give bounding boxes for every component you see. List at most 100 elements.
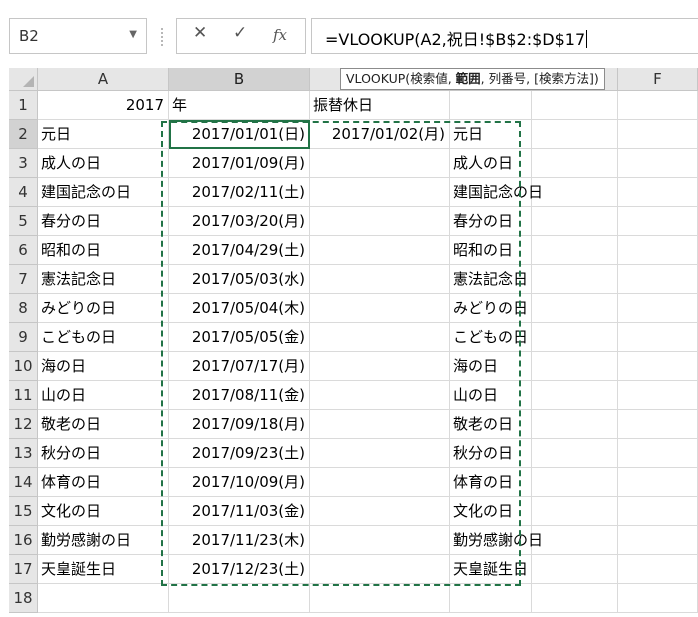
cell-f10[interactable] — [618, 352, 698, 381]
cell-c2[interactable]: 2017/01/02(月) — [310, 120, 450, 149]
cell-b16[interactable]: 2017/11/23(木) — [169, 526, 310, 555]
cell-e9[interactable] — [532, 323, 618, 352]
row-header-16[interactable]: 16 — [9, 526, 38, 555]
cell-c14[interactable] — [310, 468, 450, 497]
cell-c5[interactable] — [310, 207, 450, 236]
cell-f18[interactable] — [618, 584, 698, 613]
cell-f6[interactable] — [618, 236, 698, 265]
cell-d18[interactable] — [450, 584, 532, 613]
formula-input[interactable]: =VLOOKUP(A2,祝日!$B$2:$D$17 — [311, 18, 698, 54]
row-header-4[interactable]: 4 — [9, 178, 38, 207]
cell-b11[interactable]: 2017/08/11(金) — [169, 381, 310, 410]
row-header-18[interactable]: 18 — [9, 584, 38, 613]
cell-a6[interactable]: 昭和の日 — [38, 236, 169, 265]
cell-b17[interactable]: 2017/12/23(土) — [169, 555, 310, 584]
cell-a11[interactable]: 山の日 — [38, 381, 169, 410]
cell-c17[interactable] — [310, 555, 450, 584]
tooltip-arg-lookup-value[interactable]: 検索値 — [410, 71, 448, 86]
tooltip-arg-range[interactable]: 範囲 — [456, 71, 481, 86]
cell-a13[interactable]: 秋分の日 — [38, 439, 169, 468]
tooltip-arg-range-lookup[interactable]: [検索方法] — [534, 71, 594, 86]
cell-c6[interactable] — [310, 236, 450, 265]
select-all-button[interactable] — [9, 68, 38, 91]
cell-f13[interactable] — [618, 439, 698, 468]
cancel-icon[interactable]: ✕ — [193, 23, 207, 43]
cell-e12[interactable] — [532, 410, 618, 439]
cell-b8[interactable]: 2017/05/04(木) — [169, 294, 310, 323]
enter-icon[interactable]: ✓ — [233, 23, 247, 43]
cell-e7[interactable] — [532, 265, 618, 294]
cell-b13[interactable]: 2017/09/23(土) — [169, 439, 310, 468]
row-header-5[interactable]: 5 — [9, 207, 38, 236]
cell-f17[interactable] — [618, 555, 698, 584]
cell-d17[interactable]: 天皇誕生日 — [450, 555, 532, 584]
cell-b3[interactable]: 2017/01/09(月) — [169, 149, 310, 178]
cell-a7[interactable]: 憲法記念日 — [38, 265, 169, 294]
row-header-10[interactable]: 10 — [9, 352, 38, 381]
cell-f8[interactable] — [618, 294, 698, 323]
insert-function-icon[interactable]: fx — [273, 26, 287, 44]
cell-e14[interactable] — [532, 468, 618, 497]
row-header-8[interactable]: 8 — [9, 294, 38, 323]
cell-b7[interactable]: 2017/05/03(水) — [169, 265, 310, 294]
cell-a18[interactable] — [38, 584, 169, 613]
cell-e17[interactable] — [532, 555, 618, 584]
name-box[interactable]: B2 ▼ — [9, 18, 147, 54]
column-header-a[interactable]: A — [38, 68, 169, 91]
cell-a17[interactable]: 天皇誕生日 — [38, 555, 169, 584]
cell-d1[interactable] — [450, 91, 532, 120]
cell-d16[interactable]: 勤労感謝の日 — [450, 526, 543, 555]
row-header-11[interactable]: 11 — [9, 381, 38, 410]
cell-e11[interactable] — [532, 381, 618, 410]
cell-a14[interactable]: 体育の日 — [38, 468, 169, 497]
cell-c16[interactable] — [310, 526, 450, 555]
cell-b6[interactable]: 2017/04/29(土) — [169, 236, 310, 265]
cell-f7[interactable] — [618, 265, 698, 294]
cell-f15[interactable] — [618, 497, 698, 526]
cell-d4[interactable]: 建国記念の日 — [450, 178, 543, 207]
cell-d2[interactable]: 元日 — [450, 120, 532, 149]
cell-b18[interactable] — [169, 584, 310, 613]
cell-d11[interactable]: 山の日 — [450, 381, 532, 410]
cell-d3[interactable]: 成人の日 — [450, 149, 532, 178]
cell-d12[interactable]: 敬老の日 — [450, 410, 532, 439]
cell-c11[interactable] — [310, 381, 450, 410]
row-header-15[interactable]: 15 — [9, 497, 38, 526]
cell-b1[interactable]: 年 — [169, 91, 310, 120]
cell-a9[interactable]: こどもの日 — [38, 323, 169, 352]
cell-b4[interactable]: 2017/02/11(土) — [169, 178, 310, 207]
cell-f4[interactable] — [618, 178, 698, 207]
cell-e3[interactable] — [532, 149, 618, 178]
cell-c1[interactable]: 振替休日 — [310, 91, 450, 120]
cell-f14[interactable] — [618, 468, 698, 497]
cell-b9[interactable]: 2017/05/05(金) — [169, 323, 310, 352]
row-header-9[interactable]: 9 — [9, 323, 38, 352]
cell-a10[interactable]: 海の日 — [38, 352, 169, 381]
cell-e5[interactable] — [532, 207, 618, 236]
cell-a16[interactable]: 勤労感謝の日 — [38, 526, 169, 555]
cell-a15[interactable]: 文化の日 — [38, 497, 169, 526]
cell-f1[interactable] — [618, 91, 698, 120]
cell-c7[interactable] — [310, 265, 450, 294]
cell-a1[interactable]: 2017 — [38, 91, 169, 120]
cell-c13[interactable] — [310, 439, 450, 468]
cell-a12[interactable]: 敬老の日 — [38, 410, 169, 439]
cell-b12[interactable]: 2017/09/18(月) — [169, 410, 310, 439]
cell-b2[interactable]: 2017/01/01(日) — [169, 120, 310, 149]
cell-f3[interactable] — [618, 149, 698, 178]
cell-a3[interactable]: 成人の日 — [38, 149, 169, 178]
cell-a4[interactable]: 建国記念の日 — [38, 178, 169, 207]
column-header-b[interactable]: B — [169, 68, 310, 91]
cell-e6[interactable] — [532, 236, 618, 265]
cell-b10[interactable]: 2017/07/17(月) — [169, 352, 310, 381]
column-header-f[interactable]: F — [618, 68, 698, 91]
cell-e18[interactable] — [532, 584, 618, 613]
cell-f9[interactable] — [618, 323, 698, 352]
cell-f5[interactable] — [618, 207, 698, 236]
cell-c15[interactable] — [310, 497, 450, 526]
cell-d6[interactable]: 昭和の日 — [450, 236, 532, 265]
cell-d5[interactable]: 春分の日 — [450, 207, 532, 236]
cell-c8[interactable] — [310, 294, 450, 323]
row-header-13[interactable]: 13 — [9, 439, 38, 468]
cell-f11[interactable] — [618, 381, 698, 410]
